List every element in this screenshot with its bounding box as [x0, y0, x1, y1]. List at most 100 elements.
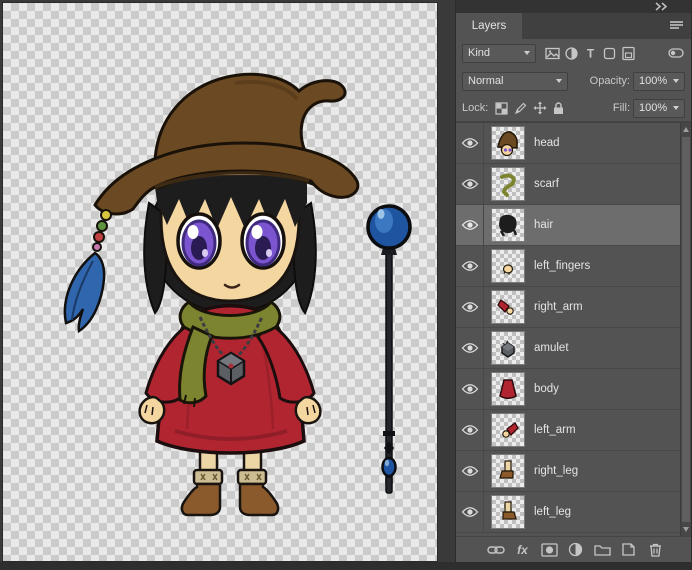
lock-image-pixels-icon[interactable] — [511, 99, 530, 118]
panel-tab-bar: Layers — [456, 13, 691, 39]
scrollbar-thumb[interactable] — [682, 137, 690, 522]
layer-filter-toggle-icon[interactable] — [666, 44, 685, 63]
lock-label: Lock: — [462, 102, 489, 114]
tab-layers-label: Layers — [471, 20, 507, 32]
shape-layer-filter-icon[interactable] — [600, 44, 619, 63]
photoshop-window: Layers Kind T Normal Opacity: 100% Lock:… — [0, 0, 692, 570]
link-layers-icon[interactable] — [486, 540, 506, 560]
visibility-toggle[interactable] — [456, 328, 484, 368]
chevron-down-icon — [673, 79, 679, 83]
layer-row-left-arm[interactable]: left_arm — [456, 410, 680, 451]
visibility-toggle[interactable] — [456, 451, 484, 491]
svg-text:T: T — [587, 46, 595, 60]
visibility-toggle[interactable] — [456, 410, 484, 450]
kind-filter-dropdown[interactable]: Kind — [462, 43, 536, 63]
layer-name: left_fingers — [534, 260, 591, 272]
blend-mode-row: Normal Opacity: 100% — [456, 67, 691, 95]
layer-name: right_leg — [534, 465, 579, 477]
layer-thumbnail[interactable] — [491, 331, 525, 365]
layer-row-left-fingers[interactable]: left_fingers — [456, 246, 680, 287]
layer-name: left_leg — [534, 506, 572, 518]
visibility-toggle[interactable] — [456, 164, 484, 204]
visibility-toggle[interactable] — [456, 123, 484, 163]
chevron-down-icon — [524, 51, 530, 55]
layer-thumbnail[interactable] — [491, 249, 525, 283]
tab-layers[interactable]: Layers — [456, 13, 522, 39]
character-art — [63, 72, 360, 517]
scroll-down-icon[interactable] — [683, 527, 689, 532]
lock-transparent-pixels-icon[interactable] — [492, 99, 511, 118]
opacity-dropdown[interactable]: 100% — [633, 71, 685, 91]
new-group-icon[interactable] — [592, 540, 612, 560]
eye-icon — [461, 466, 478, 476]
eye-icon — [461, 425, 478, 435]
layer-row-head[interactable]: head — [456, 123, 680, 164]
layer-list: head scarf hair left_fingers right_arm a… — [456, 122, 691, 536]
layer-thumbnail[interactable] — [491, 413, 525, 447]
type-layer-filter-icon[interactable]: T — [581, 44, 600, 63]
add-layer-mask-icon[interactable] — [539, 540, 559, 560]
adjustment-layer-filter-icon[interactable] — [562, 44, 581, 63]
layer-name: scarf — [534, 178, 559, 190]
visibility-toggle[interactable] — [456, 246, 484, 286]
eye-icon — [461, 261, 478, 271]
layer-row-right-leg[interactable]: right_leg — [456, 451, 680, 492]
layer-row-body[interactable]: body — [456, 369, 680, 410]
layer-row-left-leg[interactable]: left_leg — [456, 492, 680, 533]
document-canvas[interactable] — [2, 2, 438, 562]
visibility-toggle[interactable] — [456, 205, 484, 245]
fill-label: Fill: — [612, 102, 630, 114]
character-artwork — [63, 72, 412, 517]
lock-row: Lock: Fill: 100% — [456, 95, 691, 122]
layer-thumbnail[interactable] — [491, 290, 525, 324]
lock-position-icon[interactable] — [530, 99, 549, 118]
chevron-down-icon — [556, 79, 562, 83]
new-adjustment-layer-icon[interactable] — [566, 540, 586, 560]
layer-name: left_arm — [534, 424, 576, 436]
opacity-label: Opacity: — [589, 75, 630, 87]
layer-thumbnail[interactable] — [491, 208, 525, 242]
eye-icon — [461, 138, 478, 148]
new-layer-icon[interactable] — [619, 540, 639, 560]
delete-layer-icon[interactable] — [645, 540, 665, 560]
layer-thumbnail[interactable] — [491, 495, 525, 529]
panel-header-bar — [456, 0, 691, 13]
pixel-layer-filter-icon[interactable] — [543, 44, 562, 63]
fill-dropdown[interactable]: 100% — [633, 98, 685, 118]
window-bottom-edge — [0, 562, 692, 570]
eye-icon — [461, 507, 478, 517]
layer-thumbnail[interactable] — [491, 372, 525, 406]
layer-row-hair[interactable]: hair — [456, 205, 680, 246]
layer-thumbnail[interactable] — [491, 454, 525, 488]
fill-value: 100% — [639, 102, 668, 114]
scroll-up-icon[interactable] — [683, 127, 689, 132]
kind-filter-value: Kind — [468, 47, 491, 59]
panel-menu-icon[interactable] — [661, 13, 691, 39]
eye-icon — [461, 343, 478, 353]
visibility-toggle[interactable] — [456, 492, 484, 532]
visibility-toggle[interactable] — [456, 287, 484, 327]
layer-style-icon[interactable]: fx — [513, 540, 533, 560]
layer-row-right-arm[interactable]: right_arm — [456, 287, 680, 328]
collapse-to-icons-icon[interactable] — [655, 2, 669, 11]
smart-object-filter-icon[interactable] — [619, 44, 638, 63]
layer-row-scarf[interactable]: scarf — [456, 164, 680, 205]
layer-list-scrollbar[interactable] — [680, 123, 691, 536]
eye-icon — [461, 179, 478, 189]
layer-thumbnail[interactable] — [491, 126, 525, 160]
tab-bar-spacer — [522, 13, 661, 39]
layer-row-amulet[interactable]: amulet — [456, 328, 680, 369]
eye-icon — [461, 302, 478, 312]
layer-name: amulet — [534, 342, 569, 354]
layer-thumbnail[interactable] — [491, 167, 525, 201]
visibility-toggle[interactable] — [456, 369, 484, 409]
blend-mode-dropdown[interactable]: Normal — [462, 71, 568, 91]
blend-mode-value: Normal — [468, 75, 504, 87]
layers-footer-toolbar: fx — [456, 536, 691, 562]
lock-all-icon[interactable] — [549, 99, 568, 118]
staff-art — [366, 204, 412, 494]
chevron-down-icon — [673, 106, 679, 110]
layer-name: right_arm — [534, 301, 583, 313]
layers-panel: Layers Kind T Normal Opacity: 100% Lock:… — [455, 0, 692, 562]
layer-filter-row: Kind T — [456, 39, 691, 67]
